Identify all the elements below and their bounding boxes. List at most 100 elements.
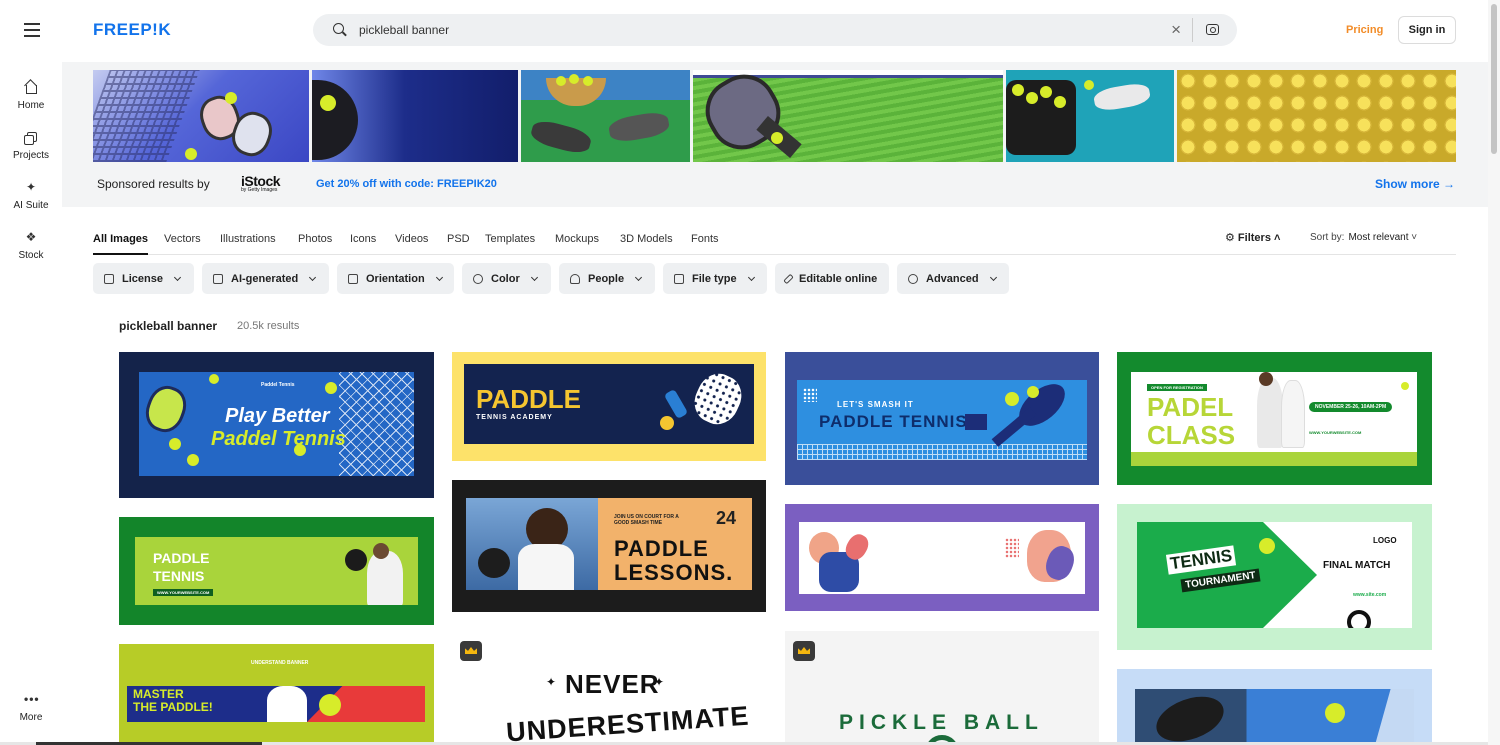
card-headline: CLASS bbox=[1147, 420, 1236, 450]
camera-search-icon[interactable] bbox=[1206, 24, 1219, 35]
sidebar-item-home[interactable]: Home bbox=[0, 80, 62, 111]
card-tag: OPEN FOR REGISTRATION bbox=[1147, 384, 1207, 391]
license-filter[interactable]: License bbox=[93, 263, 194, 294]
star-icon: ✦ bbox=[654, 675, 665, 689]
tab-videos[interactable]: Videos bbox=[395, 233, 428, 255]
card-headline: FINAL MATCH bbox=[1323, 560, 1391, 571]
sponsored-image[interactable] bbox=[312, 70, 518, 162]
hamburger-menu-icon[interactable] bbox=[20, 18, 44, 42]
sponsored-image[interactable] bbox=[521, 70, 690, 162]
chip-label: Orientation bbox=[366, 272, 425, 285]
sponsored-image[interactable] bbox=[1006, 70, 1174, 162]
sort-value: Most relevant bbox=[1348, 232, 1409, 243]
sidebar-item-stock[interactable]: ❖ Stock bbox=[0, 230, 62, 261]
tab-3d-models[interactable]: 3D Models bbox=[620, 233, 673, 255]
sign-in-button[interactable]: Sign in bbox=[1398, 16, 1456, 44]
freepik-logo[interactable]: FREEP!K bbox=[93, 20, 171, 40]
tab-psd[interactable]: PSD bbox=[447, 233, 470, 255]
card-headline: PADEL bbox=[1147, 392, 1234, 422]
clear-search-icon[interactable]: × bbox=[1171, 20, 1181, 40]
sidebar-item-label: Stock bbox=[18, 250, 44, 261]
filters-label: Filters bbox=[1237, 232, 1271, 244]
result-card[interactable] bbox=[785, 504, 1099, 611]
card-site-text: www.site.com bbox=[1353, 592, 1387, 598]
tab-icons[interactable]: Icons bbox=[350, 233, 376, 255]
sidebar-item-more[interactable]: ••• More bbox=[0, 692, 62, 723]
tab-all-images[interactable]: All Images bbox=[93, 233, 149, 255]
sidebar-item-projects[interactable]: Projects bbox=[0, 130, 62, 161]
people-icon bbox=[570, 273, 580, 284]
card-logo-text: Paddel Tennis bbox=[261, 382, 295, 388]
more-dots-icon: ••• bbox=[24, 692, 40, 706]
search-icon[interactable] bbox=[333, 23, 347, 37]
sidebar-item-label: More bbox=[19, 712, 43, 723]
result-card[interactable]: JOIN US ON COURT FOR A GOOD SMASH TIME 2… bbox=[452, 480, 766, 612]
filters-button[interactable]: ⚙ Filters ˄ bbox=[1225, 231, 1280, 244]
gear-icon bbox=[908, 273, 918, 284]
tab-fonts[interactable]: Fonts bbox=[691, 233, 719, 255]
tab-photos[interactable]: Photos bbox=[298, 233, 332, 255]
result-card[interactable]: NEVER UNDERESTIMATE ✦ ✦ bbox=[452, 631, 766, 745]
result-card[interactable]: PADDLE TENNIS ACADEMY bbox=[452, 352, 766, 461]
sponsored-label: Sponsored results by bbox=[97, 177, 210, 191]
chevron-down-icon bbox=[989, 273, 997, 281]
sponsored-image[interactable] bbox=[93, 70, 309, 162]
chip-label: AI-generated bbox=[231, 272, 299, 285]
result-card[interactable]: PICKLE BALL bbox=[785, 631, 1099, 745]
sidebar-item-ai-suite[interactable]: ✦ AI Suite bbox=[0, 180, 62, 211]
banner-preview: Play Better Paddel Tennis Paddel Tennis bbox=[139, 372, 414, 476]
result-card[interactable]: PADDLE TENNIS WWW.YOURWEBSITE.COM bbox=[119, 517, 434, 625]
card-headline: THE PADDLE! bbox=[133, 700, 213, 714]
ai-generated-filter[interactable]: AI-generated bbox=[202, 263, 329, 294]
promo-code-link[interactable]: Get 20% off with code: FREEPIK20 bbox=[316, 178, 497, 190]
people-filter[interactable]: People bbox=[559, 263, 655, 294]
result-card[interactable]: OPEN FOR REGISTRATION PADEL CLASS NOVEMB… bbox=[1117, 352, 1432, 485]
tab-templates[interactable]: Templates bbox=[485, 233, 535, 255]
result-card[interactable]: UNDERSTAND BANNER MASTER THE PADDLE! bbox=[119, 644, 434, 744]
search-input[interactable] bbox=[359, 23, 1139, 37]
chevron-down-icon bbox=[747, 273, 755, 281]
results-query: pickleball banner bbox=[119, 319, 218, 333]
result-card[interactable]: LET'S SMASH IT PADDLE TENNIS bbox=[785, 352, 1099, 485]
result-card[interactable]: TENNIS TOURNAMENT LOGO FINAL MATCH www.s… bbox=[1117, 504, 1432, 650]
editable-online-filter[interactable]: Editable online bbox=[775, 263, 889, 294]
chevron-down-icon: ˅ bbox=[1411, 232, 1418, 243]
sidebar-item-label: Projects bbox=[12, 150, 50, 161]
file-type-filter[interactable]: File type bbox=[663, 263, 767, 294]
chip-label: Advanced bbox=[926, 272, 979, 285]
chevron-down-icon bbox=[309, 273, 317, 281]
banner-preview: PADDLE TENNIS WWW.YOURWEBSITE.COM bbox=[135, 537, 418, 605]
orientation-filter[interactable]: Orientation bbox=[337, 263, 454, 294]
card-headline: TENNIS bbox=[153, 568, 205, 584]
color-filter[interactable]: Color bbox=[462, 263, 551, 294]
app-root: FREEP!K × Pricing Sign in Home Projects … bbox=[0, 0, 1500, 745]
tab-illustrations[interactable]: Illustrations bbox=[220, 233, 276, 255]
chip-label: License bbox=[122, 272, 163, 285]
istock-logo[interactable]: iStock by Getty Images bbox=[241, 173, 281, 193]
card-site-text: WWW.YOURWEBSITE.COM bbox=[1309, 430, 1362, 435]
card-site-text: WWW.YOURWEBSITE.COM bbox=[153, 589, 214, 596]
card-headline: PICKLE BALL bbox=[839, 711, 1044, 734]
sort-dropdown[interactable]: Sort by: Most relevant ˅ bbox=[1310, 232, 1417, 243]
scrollbar-thumb[interactable] bbox=[1491, 4, 1497, 154]
sponsored-image[interactable] bbox=[1177, 70, 1456, 162]
result-card[interactable] bbox=[1117, 669, 1432, 745]
projects-icon bbox=[24, 130, 38, 145]
page-scrollbar[interactable] bbox=[1488, 0, 1500, 745]
card-headline: NEVER bbox=[565, 669, 660, 699]
tab-mockups[interactable]: Mockups bbox=[555, 233, 599, 255]
pricing-link[interactable]: Pricing bbox=[1346, 24, 1383, 36]
search-bar: × bbox=[313, 14, 1237, 46]
chevron-down-icon bbox=[530, 273, 538, 281]
sponsored-results: Sponsored results by iStock by Getty Imag… bbox=[62, 62, 1488, 207]
premium-crown-icon bbox=[793, 641, 815, 661]
sponsored-image[interactable] bbox=[693, 70, 1003, 162]
home-icon bbox=[24, 80, 38, 94]
license-icon bbox=[104, 273, 114, 284]
palette-icon bbox=[473, 273, 483, 284]
result-card[interactable]: Play Better Paddel Tennis Paddel Tennis bbox=[119, 352, 434, 498]
tab-vectors[interactable]: Vectors bbox=[164, 233, 201, 255]
show-more-link[interactable]: Show more → bbox=[1375, 177, 1455, 191]
card-headline: PADDLE bbox=[476, 384, 581, 414]
advanced-filter[interactable]: Advanced bbox=[897, 263, 1009, 294]
